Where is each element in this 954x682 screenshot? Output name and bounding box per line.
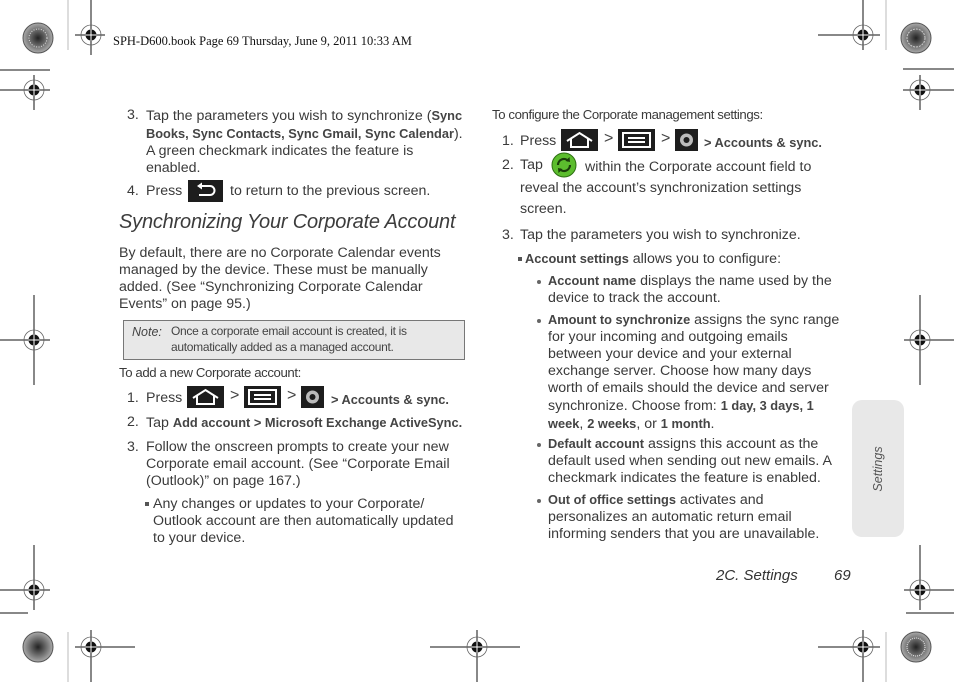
left-add-step-3: 3. Follow the onscreen prompts to create… (127, 439, 450, 489)
home-key-icon (561, 129, 598, 151)
accounts-sync-path: > Accounts & sync. (331, 392, 449, 407)
add-account-intro: To add a new Corporate account: (119, 365, 301, 380)
note-box: Note: Once a corporate email account is … (123, 320, 465, 360)
page-number: 69 (834, 567, 851, 584)
note-label: Note: (132, 325, 162, 339)
bullet-dot-icon (537, 443, 541, 447)
bullet-dot-icon (537, 319, 541, 323)
footer-section: 2C. Settings (716, 567, 798, 584)
corporate-update-bullet: Any changes or updates to your Corporate… (145, 496, 475, 547)
choice-1-month: 1 month (660, 416, 711, 431)
left-step-3: 3. Tap the parameters you wish to synchr… (127, 107, 463, 176)
left-step-4: 4. Press to return to the previous scree… (127, 180, 472, 204)
back-key-icon (188, 180, 223, 202)
option-account-name: Account name displays the name used by t… (535, 272, 845, 307)
configure-intro: To configure the Corporate management se… (492, 107, 763, 122)
square-bullet-icon (145, 502, 149, 506)
choice-2-weeks: 2 weeks (587, 416, 637, 431)
section-side-tab: Settings (852, 400, 904, 537)
square-bullet-icon (518, 257, 522, 262)
bullet-dot-icon (537, 280, 541, 284)
choice-3-days: 3 days (759, 398, 800, 413)
sync-icon (551, 152, 577, 178)
side-tab-label: Settings (871, 445, 885, 492)
left-add-step-1: 1. Press > > > Accounts & sync. (127, 386, 449, 408)
accounts-sync-path: > Accounts & sync. (704, 135, 822, 150)
settings-icon (301, 386, 324, 408)
option-amount-to-synchronize: Amount to synchronize assigns the sync r… (535, 311, 845, 433)
bullet-dot-icon (537, 499, 541, 503)
right-step-3: 3. Tap the parameters you wish to synchr… (502, 227, 801, 243)
option-default-account: Default account assigns this account as … (535, 435, 845, 487)
menu-key-icon (618, 129, 655, 151)
account-settings-bullet: Account settings allows you to configure… (518, 250, 781, 268)
home-key-icon (187, 386, 224, 408)
settings-icon (675, 129, 698, 151)
menu-key-icon (244, 386, 281, 408)
intro-paragraph: By default, there are no Corporate Calen… (119, 245, 441, 312)
note-text: Once a corporate email account is create… (171, 324, 407, 354)
right-step-2: 2. Tap within the Corporate account fiel… (502, 152, 847, 220)
sync-options-list: Books, Sync Contacts, Sync Gmail, Sync C… (146, 126, 454, 141)
print-slug-line: SPH-D600.book Page 69 Thursday, June 9, … (113, 34, 412, 48)
add-account-path: Add account > Microsoft Exchange ActiveS… (172, 415, 463, 430)
section-heading: Synchronizing Your Corporate Account (119, 211, 456, 233)
left-add-step-2: 2. Tap Add account > Microsoft Exchange … (127, 414, 463, 431)
option-out-of-office: Out of office settings activates and per… (535, 491, 845, 543)
registration-target-icon (22, 22, 54, 54)
choice-1-day: 1 day (720, 398, 753, 413)
right-step-1: 1. Press > > > Accounts & sync. (502, 129, 822, 151)
